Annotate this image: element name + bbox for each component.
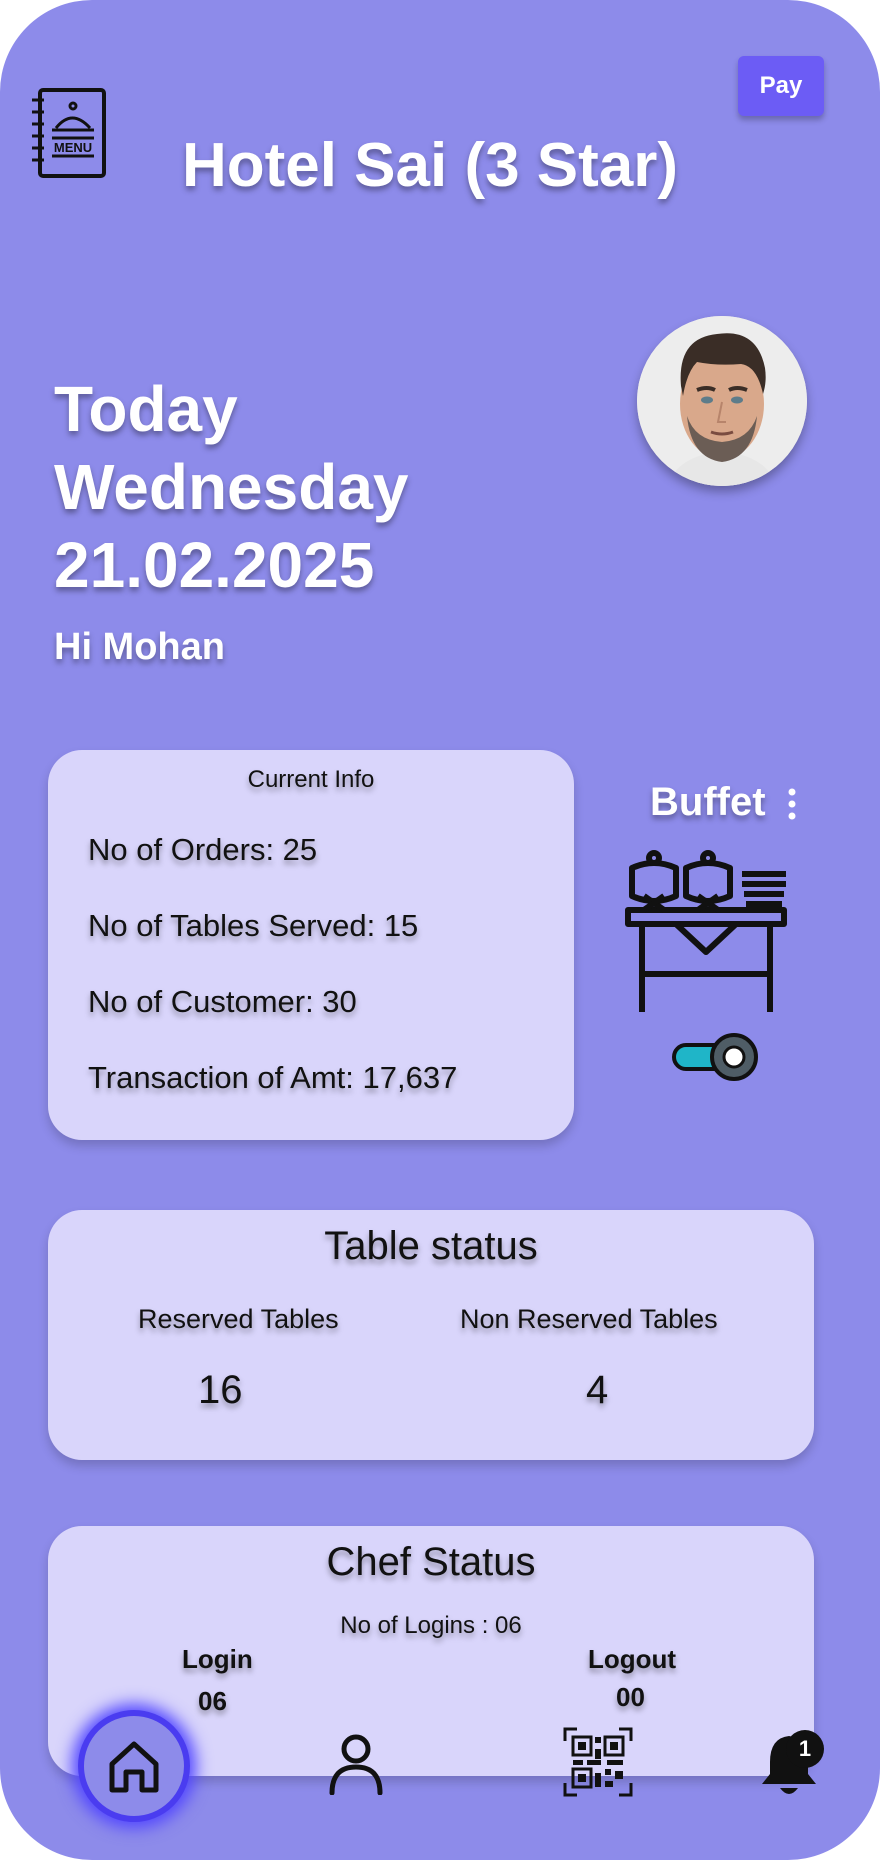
chef-logins-text: No of Logins : 06 [340, 1612, 522, 1639]
nav-home-button[interactable] [78, 1710, 190, 1822]
current-info-card: Current Info No of Orders: 25 No of Tabl… [48, 750, 574, 1140]
chef-status-title: Chef Status [326, 1540, 536, 1584]
chef-logout-label: Logout [588, 1644, 677, 1674]
buffet-label: Buffet [650, 780, 766, 824]
notification-badge: 1 [786, 1730, 824, 1768]
buffet-table-icon [620, 846, 792, 1016]
more-vertical-icon[interactable] [784, 786, 800, 822]
today-label: Today [54, 373, 238, 445]
transaction-amount: Transaction of Amt: 17,637 [88, 1060, 458, 1095]
date-label: 21.02.2025 [54, 529, 375, 601]
reserved-tables-label: Reserved Tables [138, 1304, 339, 1334]
customer-count: No of Customer: 30 [88, 984, 357, 1019]
nav-qr-button[interactable] [562, 1726, 634, 1798]
non-reserved-tables-value: 4 [586, 1368, 609, 1412]
menu-book-icon[interactable]: MENU [28, 86, 110, 182]
pay-button[interactable]: Pay [738, 56, 824, 116]
chef-login-label: Login [182, 1644, 253, 1674]
current-info-title: Current Info [247, 766, 375, 793]
hotel-title: Hotel Sai (3 Star) [181, 131, 679, 200]
app-screen: Pay MENU Hotel Sai (3 Star) Today Wednes… [0, 0, 880, 1860]
orders-count: No of Orders: 25 [88, 832, 318, 867]
greeting-text: Hi Mohan [54, 626, 225, 668]
svg-text:MENU: MENU [54, 140, 92, 155]
chef-logout-value: 00 [616, 1682, 645, 1712]
tables-served-count: No of Tables Served: 15 [88, 908, 419, 943]
weekday-label: Wednesday [54, 451, 409, 523]
home-icon [109, 1741, 159, 1793]
chef-login-value: 06 [198, 1686, 227, 1716]
date-block: Today Wednesday 21.02.2025 [54, 370, 409, 604]
non-reserved-tables-label: Non Reserved Tables [460, 1304, 718, 1334]
profile-icon [329, 1734, 383, 1795]
avatar[interactable] [637, 316, 807, 486]
buffet-toggle[interactable] [670, 1030, 762, 1084]
qr-code-icon [563, 1727, 633, 1797]
table-status-card: Table status Reserved Tables 16 Non Rese… [48, 1210, 814, 1460]
nav-profile-button[interactable] [322, 1730, 390, 1798]
reserved-tables-value: 16 [198, 1368, 243, 1412]
table-status-title: Table status [324, 1224, 538, 1268]
